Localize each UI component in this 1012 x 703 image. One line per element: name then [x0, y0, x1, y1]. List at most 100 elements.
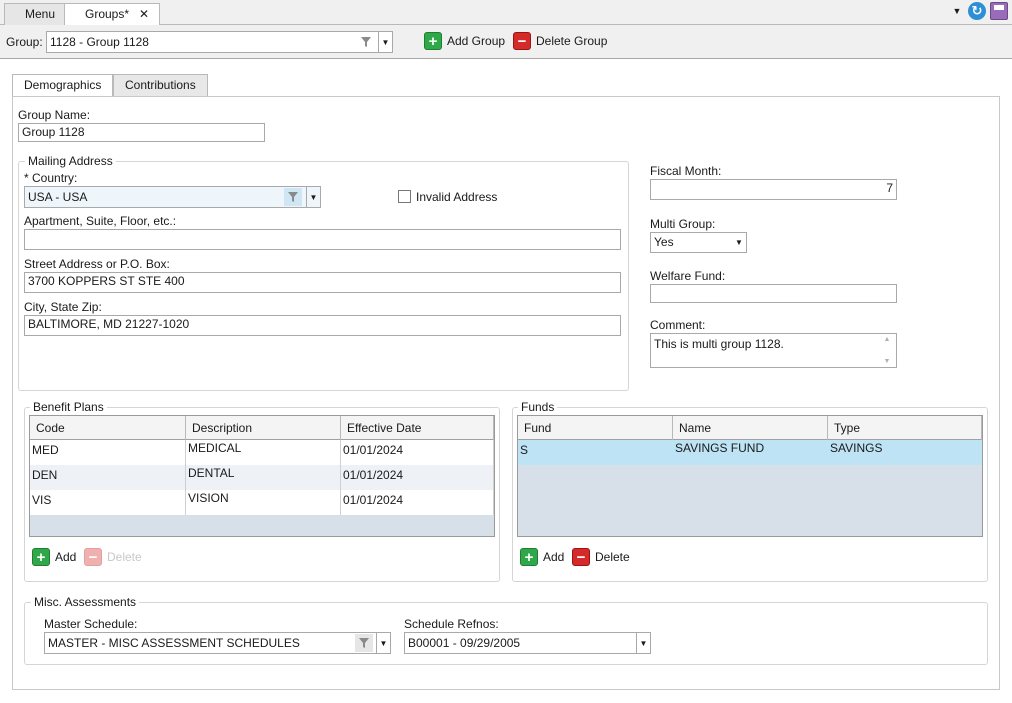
country-label: * Country:: [24, 171, 78, 185]
delete-label: Delete: [595, 550, 630, 564]
schedule-refnos-select[interactable]: B00001 - 09/29/2005 ▼: [404, 632, 651, 654]
street-label: Street Address or P.O. Box:: [24, 257, 170, 271]
delete-icon: −: [572, 548, 590, 566]
city-label: City, State Zip:: [24, 300, 102, 314]
add-group-label: Add Group: [447, 34, 506, 48]
chevron-down-icon[interactable]: ▼: [306, 187, 320, 207]
grid-header: Fund Name Type: [518, 416, 982, 440]
fiscal-month-input[interactable]: 7: [650, 179, 897, 200]
group-select[interactable]: 1128 - Group 1128 ▼: [46, 31, 393, 53]
funds-grid[interactable]: Fund Name Type S SAVINGS FUND SAVINGS: [517, 415, 983, 537]
street-input[interactable]: 3700 KOPPERS ST STE 400: [24, 272, 621, 293]
country-select[interactable]: USA - USA ▼: [24, 186, 321, 208]
add-benefit-plan-button[interactable]: + Add: [32, 548, 76, 566]
welfare-fund-label: Welfare Fund:: [650, 269, 726, 283]
funds-legend: Funds: [518, 400, 558, 414]
invalid-address-label: Invalid Address: [416, 190, 498, 204]
delete-label: Delete: [107, 550, 142, 564]
group-label: Group:: [6, 35, 43, 49]
fiscal-month-label: Fiscal Month:: [650, 164, 722, 178]
welfare-fund-input[interactable]: [650, 284, 897, 303]
delete-group-button[interactable]: − Delete Group: [513, 32, 607, 50]
master-schedule-select[interactable]: MASTER - MISC ASSESSMENT SCHEDULES ▼: [44, 632, 391, 654]
delete-benefit-plan-button[interactable]: − Delete: [84, 548, 142, 566]
column-header[interactable]: Fund: [518, 416, 673, 440]
toolbar: Group: 1128 - Group 1128 ▼ + Add Group −…: [0, 25, 1012, 59]
chevron-down-icon[interactable]: ▼: [378, 32, 392, 52]
chevron-down-icon[interactable]: ▼: [732, 233, 746, 252]
group-select-value: 1128 - Group 1128: [50, 35, 149, 49]
table-cell: VIS: [30, 490, 186, 515]
column-header[interactable]: Code: [30, 416, 186, 440]
tab-menu[interactable]: Menu: [4, 3, 67, 25]
table-cell: SAVINGS: [828, 440, 982, 465]
country-select-value: USA - USA: [28, 190, 88, 204]
add-icon: +: [32, 548, 50, 566]
delete-group-label: Delete Group: [536, 34, 608, 48]
column-header[interactable]: Name: [673, 416, 828, 440]
multi-group-select[interactable]: Yes ▼: [650, 232, 747, 253]
table-row[interactable]: VIS VISION 01/01/2024: [30, 490, 494, 515]
comment-label: Comment:: [650, 318, 706, 332]
mailing-address-legend: Mailing Address: [25, 154, 116, 168]
table-cell: 01/01/2024: [341, 440, 494, 465]
delete-icon: −: [513, 32, 531, 50]
master-schedule-label: Master Schedule:: [44, 617, 138, 631]
misc-assessments-legend: Misc. Assessments: [31, 595, 140, 609]
benefit-plans-legend: Benefit Plans: [30, 400, 107, 414]
city-input[interactable]: BALTIMORE, MD 21227-1020: [24, 315, 621, 336]
multi-group-value: Yes: [654, 235, 674, 249]
close-icon[interactable]: ✕: [139, 7, 149, 21]
tab-groups-label: Groups*: [85, 7, 130, 21]
master-schedule-value: MASTER - MISC ASSESSMENT SCHEDULES: [48, 636, 300, 650]
tab-contributions[interactable]: Contributions: [113, 74, 208, 97]
column-header[interactable]: Type: [828, 416, 982, 440]
chevron-down-icon[interactable]: ▼: [376, 633, 390, 653]
benefit-plans-grid[interactable]: Code Description Effective Date MED MEDI…: [29, 415, 495, 537]
filter-icon[interactable]: [357, 33, 375, 51]
dropdown-menu-icon[interactable]: ▼: [950, 6, 964, 16]
schedule-refnos-label: Schedule Refnos:: [404, 617, 499, 631]
table-row[interactable]: MED MEDICAL 01/01/2024: [30, 440, 494, 465]
chevron-down-icon[interactable]: ▼: [636, 633, 650, 653]
window-icons: ▼ ↻: [950, 2, 1008, 20]
comment-textarea[interactable]: This is multi group 1128.: [650, 333, 897, 368]
delete-fund-button[interactable]: − Delete: [572, 548, 630, 566]
multi-group-label: Multi Group:: [650, 217, 716, 231]
filter-icon[interactable]: [355, 634, 373, 652]
table-cell: S: [518, 440, 673, 465]
table-cell: 01/01/2024: [341, 490, 494, 515]
refresh-icon[interactable]: ↻: [968, 2, 986, 20]
add-group-button[interactable]: + Add Group: [424, 32, 505, 50]
table-row[interactable]: DEN DENTAL 01/01/2024: [30, 465, 494, 490]
add-label: Add: [543, 550, 565, 564]
delete-icon: −: [84, 548, 102, 566]
comment-scrollbar[interactable]: ▲ ▼: [880, 336, 894, 365]
column-header[interactable]: Effective Date: [341, 416, 494, 440]
grid-header: Code Description Effective Date: [30, 416, 494, 440]
column-header[interactable]: Description: [186, 416, 341, 440]
table-cell: VISION: [186, 490, 341, 515]
table-row[interactable]: S SAVINGS FUND SAVINGS: [518, 440, 982, 465]
apartment-label: Apartment, Suite, Floor, etc.:: [24, 214, 177, 228]
apartment-input[interactable]: [24, 229, 621, 250]
add-icon: +: [424, 32, 442, 50]
group-name-input[interactable]: Group 1128: [18, 123, 265, 142]
table-cell: DENTAL: [186, 465, 341, 490]
invalid-address-checkbox[interactable]: [398, 190, 411, 203]
table-cell: MEDICAL: [186, 440, 341, 465]
tab-contributions-label: Contributions: [125, 78, 196, 92]
tab-menu-label: Menu: [25, 7, 56, 21]
filter-icon[interactable]: [284, 188, 302, 206]
document-tab-strip: Menu Groups* ✕ ▼ ↻: [0, 0, 1012, 26]
table-cell: SAVINGS FUND: [673, 440, 828, 465]
group-name-label: Group Name:: [18, 108, 91, 122]
table-cell: MED: [30, 440, 186, 465]
save-icon[interactable]: [990, 2, 1008, 20]
add-label: Add: [55, 550, 77, 564]
tab-groups[interactable]: Groups* ✕: [64, 3, 161, 26]
tab-demographics[interactable]: Demographics: [12, 74, 114, 98]
add-fund-button[interactable]: + Add: [520, 548, 564, 566]
table-cell: DEN: [30, 465, 186, 490]
schedule-refnos-value: B00001 - 09/29/2005: [408, 636, 521, 650]
